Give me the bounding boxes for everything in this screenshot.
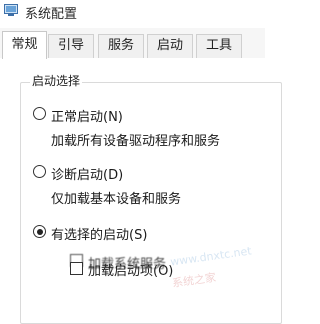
load-startup-items-label[interactable]: 加载启动项(O) (88, 260, 173, 279)
tab-strip: 常规 引导 服务 启动 工具 (0, 28, 265, 59)
system-config-icon (4, 4, 18, 16)
window-title: 系统配置 (25, 7, 78, 22)
diagnostic-startup-label[interactable]: 诊断启动(D) (51, 164, 123, 183)
title-bar: 系统配置 (0, 0, 265, 28)
normal-startup-description: 加载所有设备驱动程序和服务 (51, 134, 221, 149)
startup-selection-legend: 启动选择 (30, 72, 83, 89)
tab-startup[interactable]: 启动 (147, 34, 193, 58)
tab-general[interactable]: 常规 (2, 31, 47, 59)
normal-startup-label[interactable]: 正常启动(N) (51, 106, 123, 125)
tab-tools[interactable]: 工具 (196, 34, 242, 58)
tab-boot[interactable]: 引导 (48, 34, 94, 58)
diagnostic-startup-radio[interactable] (33, 165, 46, 178)
normal-startup-radio[interactable] (33, 107, 46, 120)
selective-startup-label[interactable]: 有选择的启动(S) (51, 224, 147, 243)
load-startup-items-checkbox[interactable] (70, 262, 83, 275)
general-tab-panel: 启动选择 正常启动(N) 加载所有设备驱动程序和服务 诊断启动(D) 仅加载基本… (0, 58, 282, 324)
tab-services[interactable]: 服务 (98, 34, 144, 58)
diagnostic-startup-description: 仅加载基本设备和服务 (51, 192, 182, 207)
selective-startup-radio[interactable] (33, 225, 46, 238)
